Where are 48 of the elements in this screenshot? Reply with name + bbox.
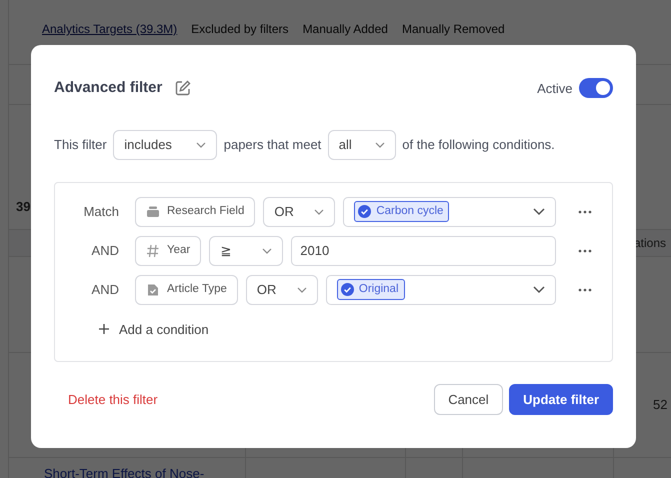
dialog-title: Advanced filter <box>54 78 162 98</box>
more-icon[interactable] <box>578 248 592 252</box>
caret-icon <box>314 208 324 214</box>
operator-select[interactable]: ≧ <box>209 236 284 266</box>
plus-icon <box>99 324 109 334</box>
operator-select[interactable]: OR <box>246 274 318 304</box>
mode-select[interactable]: includes <box>113 130 218 160</box>
edit-icon <box>175 80 192 96</box>
connector-label: AND <box>90 242 120 260</box>
document-check-icon <box>146 282 160 296</box>
value-tag[interactable]: Original <box>336 278 405 300</box>
sentence-text: of the following conditions. <box>402 136 555 154</box>
active-label: Active <box>537 80 572 98</box>
connector-label: AND <box>90 280 120 299</box>
caret-icon <box>533 286 545 294</box>
quantifier-select[interactable]: all <box>328 130 396 160</box>
operator-select[interactable]: OR <box>263 196 336 226</box>
value-input[interactable]: 2010 <box>291 236 556 266</box>
caret-icon <box>196 142 206 148</box>
active-toggle[interactable] <box>579 78 613 98</box>
stack-icon <box>146 204 160 218</box>
more-icon[interactable] <box>578 288 592 292</box>
sentence-text: papers that meet <box>224 136 322 154</box>
cancel-button[interactable]: Cancel <box>434 384 503 415</box>
more-icon[interactable] <box>578 210 592 214</box>
caret-icon <box>374 142 385 148</box>
caret-icon <box>296 286 307 292</box>
check-icon <box>358 205 372 218</box>
value-select[interactable]: Carbon cycle <box>343 196 556 226</box>
value-select[interactable]: Original <box>326 274 556 304</box>
connector-label: Match <box>82 202 120 221</box>
hash-icon <box>146 244 160 258</box>
table-cell-text: 52 <box>653 396 668 414</box>
sentence-text: This filter <box>54 136 107 154</box>
check-icon <box>340 283 354 296</box>
tab[interactable]: Excluded by filters <box>191 20 289 38</box>
caret-icon <box>533 208 545 216</box>
delete-filter-link[interactable]: Delete this filter <box>68 390 158 410</box>
caret-icon <box>262 248 272 254</box>
tab[interactable]: Manually Removed <box>402 20 505 38</box>
field-select[interactable]: Article Type <box>135 274 238 304</box>
field-select[interactable]: Year <box>135 236 202 266</box>
update-filter-button[interactable]: Update filter <box>509 384 613 415</box>
value-tag[interactable]: Carbon cycle <box>354 200 450 222</box>
add-condition-button[interactable]: Add a condition <box>99 320 209 339</box>
count-text: 39 <box>16 198 30 216</box>
field-select[interactable]: Research Field <box>135 196 256 226</box>
tab[interactable]: Manually Added <box>302 20 388 38</box>
